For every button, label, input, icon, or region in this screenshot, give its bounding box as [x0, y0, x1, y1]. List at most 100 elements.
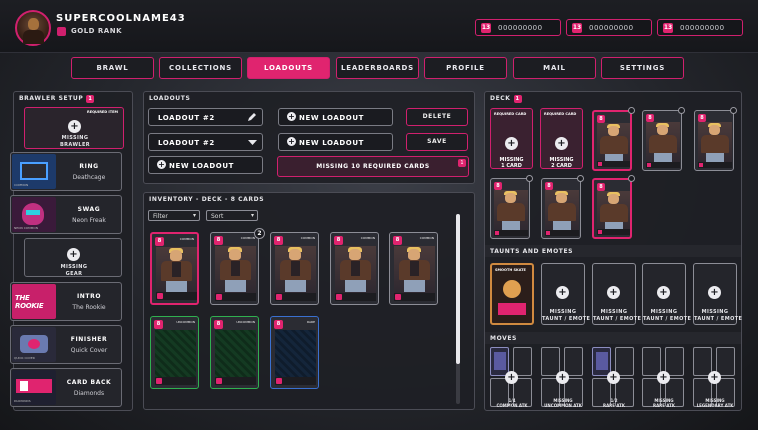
- move-slot[interactable]: [513, 347, 532, 376]
- intro-slot[interactable]: THE ROOKIE INTRO The Rookie: [10, 282, 122, 321]
- taunt-slot[interactable]: + MISSING TAUNT / EMOTE: [592, 263, 642, 325]
- save-button[interactable]: SAVE: [406, 133, 468, 151]
- inventory-card[interactable]: 8 COMMON: [389, 232, 438, 305]
- inventory-scrollbar[interactable]: [456, 214, 460, 404]
- required-card-slot-2[interactable]: REQUIRED CARD + MISSING 2 CARD: [540, 108, 583, 169]
- inventory-card[interactable]: 8 COMMON: [330, 232, 379, 305]
- card-level: 8: [597, 115, 605, 123]
- move-slot[interactable]: [716, 347, 735, 376]
- deck-card[interactable]: 8: [592, 110, 632, 171]
- inventory-card[interactable]: 8 COMMON: [150, 232, 199, 305]
- tab-settings[interactable]: SETTINGS: [601, 57, 684, 79]
- move-slot-group[interactable]: + MISSING RARE ATK: [642, 347, 686, 409]
- remove-card-icon[interactable]: [678, 107, 685, 114]
- move-label: MISSING UNCOMMON ATK: [544, 398, 582, 408]
- gear-slot[interactable]: + MISSING GEAR: [24, 238, 122, 277]
- add-icon: +: [556, 286, 569, 299]
- card-footer: [545, 230, 579, 236]
- add-icon: +: [657, 371, 670, 384]
- card-level: 8: [646, 114, 654, 122]
- move-slot-group[interactable]: + MISSING LEGENDARY ATK: [693, 347, 737, 409]
- taunt-slot[interactable]: + MISSING TAUNT / EMOTE: [541, 263, 590, 325]
- remove-card-icon[interactable]: [577, 175, 584, 182]
- finisher-slot[interactable]: QUICK COVER FINISHER Quick Cover: [10, 325, 122, 364]
- remove-card-icon[interactable]: [526, 175, 533, 182]
- inventory-card[interactable]: 8 COMMON: [270, 232, 319, 305]
- deck-card[interactable]: 8: [642, 110, 682, 171]
- panel-title: INVENTORY - DECK - 8 CARDS: [149, 196, 265, 203]
- move-slot[interactable]: [541, 347, 560, 376]
- rank-icon: [57, 27, 66, 36]
- move-slot[interactable]: [490, 347, 509, 376]
- filter-dropdown[interactable]: Filter ▾: [148, 210, 200, 221]
- tab-brawl[interactable]: BRAWL: [71, 57, 154, 79]
- move-label: 1/4 COMMON ATK: [496, 398, 528, 408]
- move-slot[interactable]: [615, 347, 634, 376]
- currency-1: 13 000000000: [475, 19, 561, 36]
- card-level: 8: [597, 183, 605, 191]
- inventory-card[interactable]: 8 UNCOMMON: [150, 316, 199, 389]
- currency-3: 13 000000000: [657, 19, 743, 36]
- new-loadout-left-button[interactable]: + NEW LOADOUT: [148, 156, 263, 174]
- move-slot[interactable]: [564, 347, 583, 376]
- loadout-select-field[interactable]: LOADOUT #2: [148, 133, 263, 151]
- new-loadout-button-2[interactable]: + NEW LOADOUT: [278, 133, 393, 151]
- missing-taunt-text: MISSING TAUNT / EMOTE: [593, 309, 642, 322]
- card-back-slot[interactable]: DIAMONDS CARD BACK Diamonds: [10, 368, 122, 407]
- remove-card-icon[interactable]: [628, 107, 635, 114]
- ring-slot[interactable]: COMMON RING Deathcage: [10, 152, 122, 191]
- remove-card-icon[interactable]: [628, 175, 635, 182]
- remove-card-icon[interactable]: [730, 107, 737, 114]
- panel-title: LOADOUTS: [149, 95, 191, 102]
- loadout-name-field[interactable]: LOADOUT #2: [148, 108, 263, 126]
- taunt-slot[interactable]: + MISSING TAUNT / EMOTE: [642, 263, 691, 325]
- taunt-slot[interactable]: + MISSING TAUNT / EMOTE: [693, 263, 742, 325]
- sort-dropdown[interactable]: Sort ▾: [206, 210, 258, 221]
- deck-card[interactable]: 8: [541, 178, 581, 239]
- avatar[interactable]: [15, 10, 51, 46]
- pencil-icon[interactable]: [247, 112, 257, 122]
- tab-profile[interactable]: PROFILE: [424, 57, 507, 79]
- new-loadout-button-1[interactable]: + NEW LOADOUT: [278, 108, 393, 126]
- card-footer: [215, 377, 256, 385]
- tab-mail[interactable]: MAIL: [513, 57, 596, 79]
- card-footer: [275, 293, 316, 301]
- move-label: MISSING RARE ATK: [653, 398, 675, 408]
- chevron-down-icon: ▾: [192, 212, 196, 219]
- sort-label: Sort: [211, 213, 224, 220]
- add-icon: +: [708, 286, 721, 299]
- move-slot-group[interactable]: +1/2 RARE ATK: [592, 347, 636, 409]
- deck-card[interactable]: 8: [694, 110, 734, 171]
- inventory-card[interactable]: 8 RARE: [270, 316, 319, 389]
- move-slot[interactable]: [592, 347, 611, 376]
- move-slot[interactable]: [665, 347, 684, 376]
- card-rarity: COMMON: [179, 237, 194, 241]
- required-card-slot-1[interactable]: REQUIRED CARD + MISSING 1 CARD: [490, 108, 533, 169]
- swag-name: SWAG: [77, 206, 101, 213]
- move-slot[interactable]: [642, 347, 661, 376]
- move-slot-group[interactable]: + MISSING UNCOMMON ATK: [541, 347, 585, 409]
- deck-card[interactable]: 8: [592, 178, 632, 239]
- swag-slot[interactable]: NEON COMMON SWAG Neon Freak: [10, 195, 122, 234]
- rank-label: GOLD RANK: [71, 27, 122, 35]
- card-footer: [156, 292, 197, 300]
- card-art: [698, 122, 732, 164]
- move-slot[interactable]: [693, 347, 712, 376]
- inventory-card[interactable]: 8 UNCOMMON: [210, 316, 259, 389]
- required-brawler-slot[interactable]: REQUIRED ITEM + MISSING BRAWLER: [24, 107, 124, 149]
- taunt-card[interactable]: SMOOTH SKATE: [490, 263, 534, 325]
- intro-name: INTRO: [76, 293, 102, 300]
- deck-card[interactable]: 8: [490, 178, 530, 239]
- tab-leaderboards[interactable]: LEADERBOARDS: [336, 57, 419, 79]
- tab-loadouts[interactable]: LOADOUTS: [247, 57, 330, 79]
- currency-icon: 13: [572, 23, 582, 33]
- move-slot-group[interactable]: +1/4 COMMON ATK: [490, 347, 534, 409]
- scrollbar-thumb[interactable]: [456, 214, 460, 364]
- card-footer: [215, 293, 256, 301]
- add-icon: +: [607, 371, 620, 384]
- delete-button[interactable]: DELETE: [406, 108, 468, 126]
- required-card-label: REQUIRED CARD: [494, 112, 527, 116]
- tab-collections[interactable]: COLLECTIONS: [159, 57, 242, 79]
- card-art: [335, 246, 376, 294]
- inventory-card[interactable]: 8 COMMON: [210, 232, 259, 305]
